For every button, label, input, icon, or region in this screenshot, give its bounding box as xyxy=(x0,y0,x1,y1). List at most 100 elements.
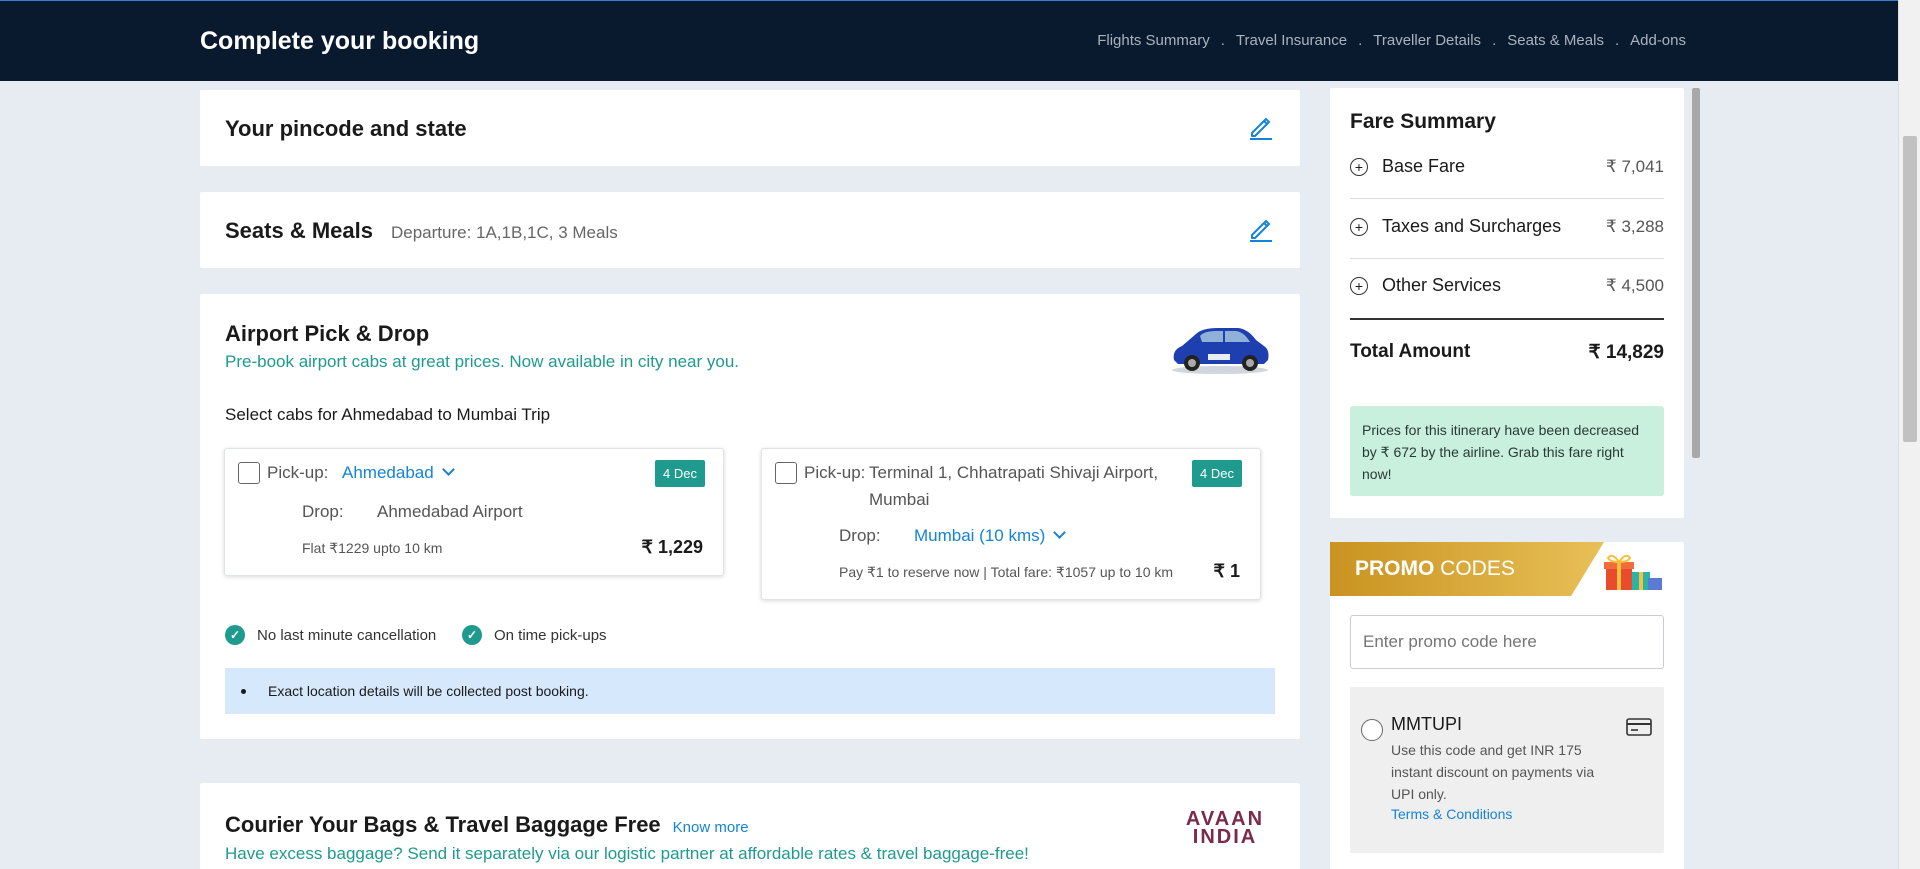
feature-on-time: ✓ On time pick-ups xyxy=(462,625,607,645)
total-amount: ₹ 14,829 xyxy=(1588,342,1664,363)
cab-option-1-note: Flat ₹1229 upto 10 km xyxy=(302,540,443,556)
sidebar-scrollbar[interactable] xyxy=(1692,88,1700,458)
cab-option-1-checkbox[interactable] xyxy=(238,462,260,484)
car-image xyxy=(1172,328,1269,374)
step-flights-summary[interactable]: Flights Summary xyxy=(1097,32,1210,49)
fare-summary-card: Fare Summary + Base Fare ₹ 7,041 + Taxes… xyxy=(1330,88,1684,518)
page-scrollbar-thumb[interactable] xyxy=(1903,136,1917,442)
page-header: Complete your booking Flights Summary . … xyxy=(0,0,1898,81)
cab-option-1-pickup-value: Ahmedabad xyxy=(342,463,434,482)
fare-row-base-amount: ₹ 7,041 xyxy=(1605,156,1664,176)
cab-option-2-price: ₹ 1 xyxy=(1213,561,1240,581)
bullet-icon xyxy=(241,688,246,694)
chevron-down-icon xyxy=(441,463,455,476)
feature-no-cancellation: ✓ No last minute cancellation xyxy=(225,625,436,645)
cab-option-2-date-badge: 4 Dec xyxy=(1192,460,1242,487)
courier-know-more-link[interactable]: Know more xyxy=(673,819,749,836)
step-separator: . xyxy=(1220,32,1225,49)
cab-option-2-checkbox[interactable] xyxy=(775,462,797,484)
cab-option-2-drop-select[interactable]: Mumbai (10 kms) xyxy=(914,526,1067,546)
fare-decrease-notice: Prices for this itinerary have been decr… xyxy=(1350,406,1664,496)
sidebar-scrollbar-thumb[interactable] xyxy=(1692,88,1700,458)
cab-option-1-pickup-label: Pick-up: xyxy=(267,463,329,482)
promo-code-name: MMTUPI xyxy=(1391,714,1462,734)
airport-cab-card: Airport Pick & Drop Pre-book airport cab… xyxy=(200,294,1300,739)
cab-option-1-price: ₹ 1,229 xyxy=(641,537,704,557)
fare-summary-title: Fare Summary xyxy=(1350,110,1496,133)
cab-option-2-pickup-value-line2: Mumbai xyxy=(869,490,930,509)
chevron-down-icon xyxy=(1053,526,1067,539)
airport-cab-title: Airport Pick & Drop xyxy=(225,321,430,346)
fare-row-taxes-amount: ₹ 3,288 xyxy=(1605,216,1664,236)
total-row: Total Amount ₹ 14,829 xyxy=(1350,341,1664,364)
step-separator: . xyxy=(1614,32,1620,49)
select-cabs-label: Select cabs for Ahmedabad to Mumbai Trip xyxy=(225,405,551,424)
cab-option-2-note: Pay ₹1 to reserve now | Total fare: ₹105… xyxy=(839,564,1174,580)
edit-pincode-icon[interactable] xyxy=(1248,114,1274,140)
promo-code-input[interactable] xyxy=(1351,616,1663,668)
divider xyxy=(1350,198,1664,199)
cab-option-1-date-badge: 4 Dec xyxy=(655,460,705,487)
seats-meals-card: Seats & Meals Departure: 1A,1B,1C, 3 Mea… xyxy=(200,192,1300,268)
seats-meals-title: Seats & Meals xyxy=(225,218,373,243)
step-add-ons[interactable]: Add-ons xyxy=(1630,32,1686,49)
step-traveller-details[interactable]: Traveller Details xyxy=(1373,32,1481,49)
feature-no-cancellation-label: No last minute cancellation xyxy=(257,626,437,644)
expand-plus-icon[interactable]: + xyxy=(1350,157,1368,176)
courier-title: Courier Your Bags & Travel Baggage Free xyxy=(225,812,661,837)
cab-option-2-pickup-label: Pick-up: xyxy=(804,463,866,482)
promo-title-rest: CODES xyxy=(1434,557,1515,580)
promo-option-radio[interactable] xyxy=(1361,719,1383,741)
cab-option-2[interactable]: Pick-up: Terminal 1, Chhatrapati Shivaji… xyxy=(761,448,1261,600)
cab-option-1-drop-value: Ahmedabad Airport xyxy=(377,502,523,521)
promo-card: PROMO CODES MMTUPI Use this code and get… xyxy=(1330,542,1684,869)
fare-row-other-label: Other Services xyxy=(1382,275,1502,295)
check-circle-icon: ✓ xyxy=(462,625,482,645)
expand-plus-icon[interactable]: + xyxy=(1350,217,1368,236)
gift-icon xyxy=(1604,554,1662,590)
info-strip-text: Exact location details will be collected… xyxy=(268,683,589,699)
courier-card: Courier Your Bags & Travel Baggage Free … xyxy=(200,783,1300,869)
fare-row-taxes[interactable]: + Taxes and Surcharges ₹ 3,288 xyxy=(1350,216,1664,237)
cab-option-1-drop-label: Drop: xyxy=(302,502,344,521)
step-separator: . xyxy=(1358,32,1363,49)
cab-option-2-pickup-value-line1: Terminal 1, Chhatrapati Shivaji Airport, xyxy=(869,463,1159,482)
cab-option-1-pickup-select[interactable]: Ahmedabad xyxy=(342,463,455,483)
booking-steps-nav: Flights Summary . Travel Insurance . Tra… xyxy=(1097,32,1686,49)
info-strip: Exact location details will be collected… xyxy=(225,668,1275,714)
promo-option-mmtupi[interactable]: MMTUPI Use this code and get INR 175 ins… xyxy=(1350,687,1664,853)
expand-plus-icon[interactable]: + xyxy=(1350,276,1368,295)
fare-row-base[interactable]: + Base Fare ₹ 7,041 xyxy=(1350,156,1664,177)
fare-row-other-amount: ₹ 4,500 xyxy=(1605,275,1664,295)
step-seats-meals[interactable]: Seats & Meals xyxy=(1507,32,1604,49)
logo-line2: INDIA xyxy=(1192,826,1258,848)
promo-title-bold: PROMO xyxy=(1355,557,1435,580)
total-label: Total Amount xyxy=(1350,341,1471,362)
cab-option-1[interactable]: Pick-up: Ahmedabad 4 Dec Drop: Ahmedabad… xyxy=(224,448,724,576)
cab-option-2-drop-label: Drop: xyxy=(839,526,881,545)
divider xyxy=(1350,258,1664,259)
promo-header: PROMO CODES xyxy=(1330,542,1604,596)
airport-cab-subtitle: Pre-book airport cabs at great prices. N… xyxy=(225,352,740,371)
check-circle-icon: ✓ xyxy=(225,625,245,645)
fare-row-base-label: Base Fare xyxy=(1382,156,1466,176)
page-title: Complete your booking xyxy=(200,27,480,55)
courier-subtitle: Have excess baggage? Send it separately … xyxy=(225,844,1029,863)
pincode-title: Your pincode and state xyxy=(225,116,467,141)
step-separator: . xyxy=(1492,32,1497,49)
page-scrollbar[interactable] xyxy=(1898,0,1920,869)
fare-row-taxes-label: Taxes and Surcharges xyxy=(1382,216,1562,236)
fare-row-other[interactable]: + Other Services ₹ 4,500 xyxy=(1350,275,1664,296)
seats-meals-detail: Departure: 1A,1B,1C, 3 Meals xyxy=(390,223,618,242)
step-travel-insurance[interactable]: Travel Insurance xyxy=(1236,32,1347,49)
promo-code-input-wrapper xyxy=(1350,615,1664,669)
card-icon xyxy=(1626,718,1652,736)
edit-seats-meals-icon[interactable] xyxy=(1248,216,1274,242)
promo-terms-link[interactable]: Terms & Conditions xyxy=(1391,806,1512,822)
avaan-india-logo: AVAAN INDIA xyxy=(1180,809,1270,848)
cab-option-2-drop-value: Mumbai (10 kms) xyxy=(914,526,1046,545)
pincode-card: Your pincode and state xyxy=(200,90,1300,166)
promo-code-description: Use this code and get INR 175 instant di… xyxy=(1391,742,1595,802)
feature-on-time-label: On time pick-ups xyxy=(494,626,607,644)
total-divider xyxy=(1350,318,1664,320)
